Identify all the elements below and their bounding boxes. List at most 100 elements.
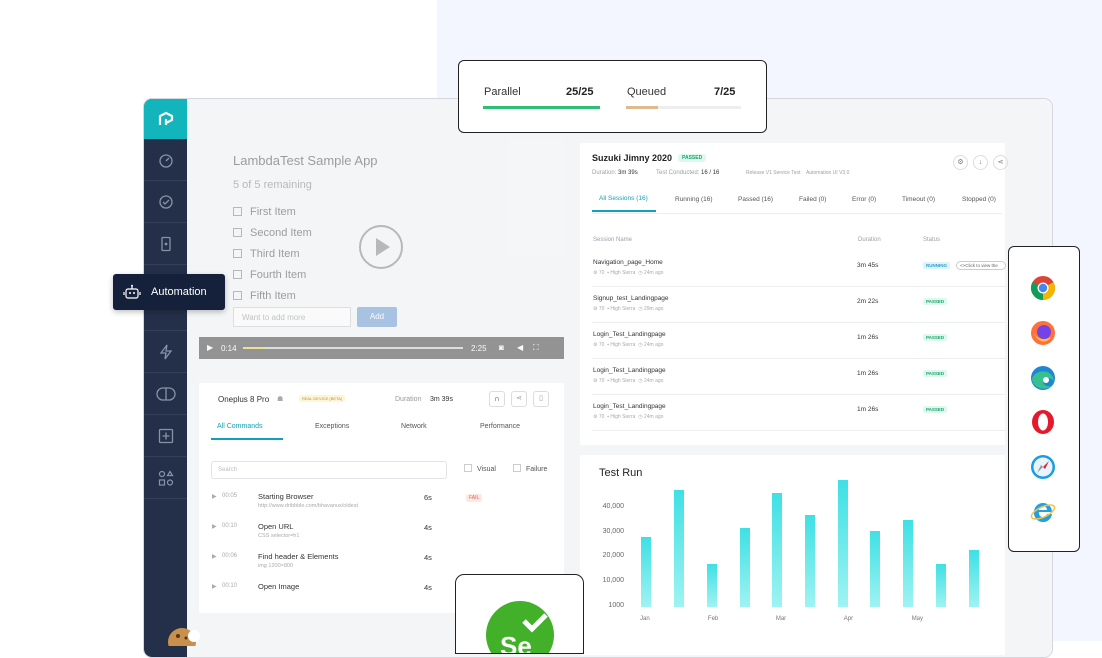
safari-icon[interactable] [1030, 454, 1056, 480]
delete-icon[interactable]: ▯ [533, 391, 549, 407]
tab-error[interactable]: Error (0) [852, 196, 876, 203]
command-detail: http://www.dribbble.com/bhavanux/oldest [258, 503, 358, 509]
sidebar-realtime-icon[interactable] [144, 181, 187, 223]
build-meta-1: Release V1 Service Test [746, 170, 801, 176]
command-detail: CSS selector=h1 [258, 533, 300, 539]
sidebar-add-icon[interactable] [144, 415, 187, 457]
sidebar-integrations-icon[interactable] [144, 457, 187, 499]
play-icon[interactable]: ▶ [212, 583, 217, 590]
todo-item[interactable]: Second Item [233, 223, 312, 244]
session-name[interactable]: Login_Test_Landingpage [593, 331, 666, 338]
play-icon[interactable]: ▶ [212, 523, 217, 530]
video-progress-fill [243, 347, 265, 349]
filter-failure[interactable]: Failure [513, 464, 547, 473]
todo-item[interactable]: Fifth Item [233, 286, 312, 307]
checkbox[interactable] [233, 207, 242, 216]
automation-tooltip[interactable]: Automation [113, 274, 225, 310]
sidebar-hyperexecute-icon[interactable] [144, 331, 187, 373]
sidebar-dashboard-icon[interactable] [144, 139, 187, 181]
automation-label: Automation [151, 286, 207, 298]
x-tick-label: May [911, 616, 924, 622]
session-meta: ⚙ 70 ▪ High Sierra ◷ 24m ago [593, 378, 664, 384]
duration-label: Duration [395, 396, 422, 403]
session-name[interactable]: Login_Test_Landingpage [593, 367, 666, 374]
play-icon[interactable] [359, 225, 403, 269]
command-detail: img 1200×800 [258, 563, 294, 569]
duration-value: 3m 39s [430, 396, 453, 403]
checkbox[interactable] [233, 228, 242, 237]
share-build-icon[interactable]: ⋖ [993, 155, 1008, 170]
sidebar-device-icon[interactable] [144, 223, 187, 265]
add-button[interactable]: Add [357, 307, 397, 327]
opera-icon[interactable] [1030, 409, 1056, 435]
pause-icon[interactable]: ▶ [207, 343, 213, 352]
download-icon[interactable]: ↓ [973, 155, 988, 170]
session-name[interactable]: Navigation_page_Home [593, 259, 663, 266]
command-time: 00:06 [222, 553, 238, 559]
command-row[interactable]: ▶ 00:05 Starting Browser http://www.drib… [199, 491, 564, 521]
fullscreen-icon[interactable]: ⛶ [533, 343, 539, 353]
play-icon[interactable]: ▶ [212, 493, 217, 500]
robot-icon [123, 284, 141, 299]
tab-network[interactable]: Network [401, 423, 427, 430]
ie-icon[interactable] [1030, 499, 1056, 525]
tab-stopped[interactable]: Stopped (0) [962, 196, 996, 203]
device-name: Oneplus 8 Pro [218, 395, 270, 404]
parallel-bar [483, 106, 600, 109]
magnet-icon[interactable]: ∩ [489, 391, 505, 407]
todo-item[interactable]: Third Item [233, 244, 312, 265]
settings-icon[interactable]: ⚙ [953, 155, 968, 170]
session-row[interactable]: Navigation_page_Home ⚙ 70 ▪ High Sierra … [592, 251, 1006, 287]
filter-visual[interactable]: Visual [464, 464, 496, 473]
session-row[interactable]: Signup_test_Landingpage ⚙ 70 ▪ High Sier… [592, 287, 1005, 323]
share-icon[interactable]: ⋖ [511, 391, 527, 407]
video-scrubber[interactable] [243, 347, 463, 349]
session-row[interactable]: Login_Test_Landingpage ⚙ 70 ▪ High Sierr… [592, 395, 1005, 431]
command-row[interactable]: ▶ 00:10 Open URL CSS selector=h1 4s [199, 521, 564, 551]
checkbox[interactable] [233, 270, 242, 279]
session-name[interactable]: Login_Test_Landingpage [593, 403, 666, 410]
y-tick-label: 30,000 [602, 528, 624, 535]
tab-running[interactable]: Running (16) [675, 196, 713, 203]
checkbox[interactable] [233, 249, 242, 258]
lambdatest-logo[interactable] [144, 99, 187, 139]
command-search-input[interactable]: Search [211, 461, 447, 479]
command-name: Find header & Elements [258, 552, 339, 561]
session-name[interactable]: Signup_test_Landingpage [593, 295, 669, 302]
session-duration: 1m 26s [857, 406, 879, 413]
sidebar [144, 99, 187, 657]
screenshot-icon[interactable]: ◙ [499, 343, 504, 352]
chart-bar [706, 563, 717, 607]
edge-icon[interactable] [1030, 365, 1056, 391]
volume-icon[interactable]: ◀ [517, 343, 523, 352]
chart-bar [870, 531, 881, 607]
queued-value: 7/25 [714, 86, 736, 98]
tab-all-commands[interactable]: All Commands [217, 423, 263, 430]
tab-passed[interactable]: Passed (16) [738, 196, 773, 203]
chrome-icon[interactable] [1030, 275, 1056, 301]
todo-item[interactable]: First Item [233, 202, 312, 223]
sample-app-panel: LambdaTest Sample App 5 of 5 remaining F… [199, 139, 564, 359]
queued-bar [626, 106, 741, 109]
view-session-link[interactable]: <>Click to view the [956, 261, 1006, 270]
queued-label: Queued [627, 86, 667, 98]
session-row[interactable]: Login_Test_Landingpage ⚙ 70 ▪ High Sierr… [592, 359, 1005, 395]
session-status-badge: PASSED [923, 370, 948, 377]
tests-label: Test Conducted: [656, 170, 700, 176]
play-icon[interactable]: ▶ [212, 553, 217, 560]
tab-failed[interactable]: Failed (0) [799, 196, 826, 203]
col-duration: Duration [858, 237, 881, 243]
parallel-bar-fill [483, 106, 600, 109]
tab-all-sessions[interactable]: All Sessions (16) [599, 195, 648, 202]
sidebar-visual-icon[interactable] [144, 373, 187, 415]
tab-performance[interactable]: Performance [480, 423, 520, 430]
todo-item[interactable]: Fourth Item [233, 265, 312, 286]
session-duration: 2m 22s [857, 298, 879, 305]
tab-timeout[interactable]: Timeout (0) [902, 196, 935, 203]
session-row[interactable]: Login_Test_Landingpage ⚙ 70 ▪ High Sierr… [592, 323, 1005, 359]
tab-exceptions[interactable]: Exceptions [315, 423, 349, 430]
add-more-input[interactable]: Want to add more [233, 307, 351, 327]
checkbox[interactable] [233, 291, 242, 300]
app-window: LambdaTest Sample App 5 of 5 remaining F… [143, 98, 1053, 658]
firefox-icon[interactable] [1030, 320, 1056, 346]
